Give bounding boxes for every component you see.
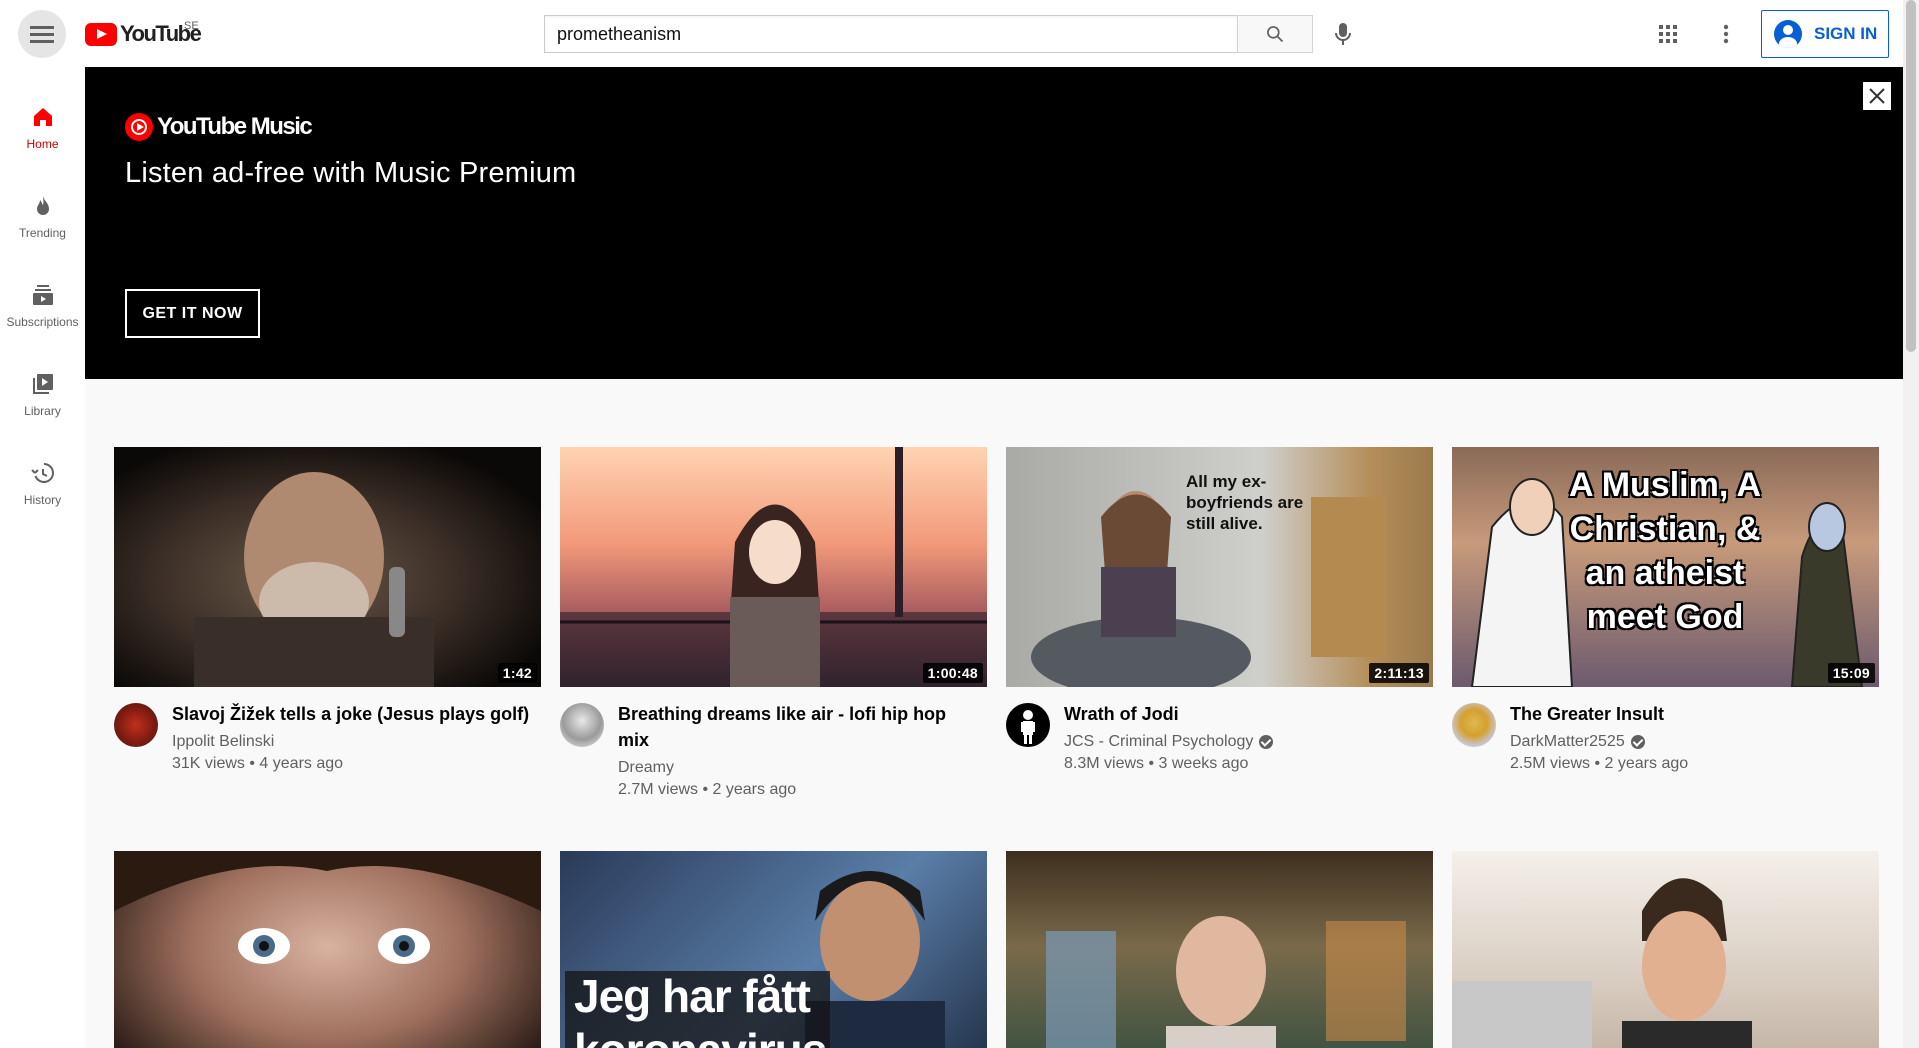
sidebar-item-label: History	[23, 493, 62, 507]
video-title[interactable]: The Greater Insult	[1510, 701, 1870, 727]
channel-name[interactable]: JCS - Criminal Psychology	[1064, 731, 1253, 753]
sidebar-item-label: Subscriptions	[6, 315, 79, 329]
upload-age: 2 years ago	[1604, 755, 1689, 772]
search-box	[544, 15, 1313, 53]
history-icon	[30, 463, 54, 483]
channel-avatar[interactable]	[114, 703, 158, 747]
country-code: SE	[184, 20, 199, 32]
sign-in-button[interactable]: SIGN IN	[1761, 10, 1889, 58]
thumbnail-image	[560, 447, 987, 687]
hamburger-icon	[30, 24, 54, 45]
video-thumbnail[interactable]	[1006, 851, 1433, 1048]
mini-guide: Home Trending Subscriptions Library Hist…	[0, 67, 85, 1048]
thumbnail-image	[114, 851, 541, 964]
thumbnail-image	[1452, 878, 1752, 1048]
video-stats: 31K views • 4 years ago	[172, 755, 344, 772]
video-stats: 2.7M views • 2 years ago	[618, 781, 797, 798]
upload-age: 4 years ago	[259, 755, 344, 772]
get-it-now-button[interactable]: GET IT NOW	[125, 289, 260, 338]
search-icon	[1267, 26, 1284, 43]
video-thumbnail[interactable]	[114, 851, 541, 1048]
view-count: 2.7M views	[618, 781, 699, 798]
video-thumbnail[interactable]: 2:11:13 All my ex-boyfriends are still a…	[1006, 447, 1433, 687]
close-icon	[1869, 88, 1885, 104]
video-duration: 1:00:48	[922, 663, 983, 683]
sidebar-item-trending[interactable]: Trending	[0, 174, 85, 248]
subscriptions-icon	[32, 285, 53, 305]
sidebar-item-library[interactable]: Library	[0, 352, 85, 426]
upload-age: 3 weeks ago	[1158, 755, 1249, 772]
view-count: 8.3M views	[1064, 755, 1145, 772]
video-title[interactable]: Breathing dreams like air - lofi hip hop…	[618, 701, 978, 753]
channel-name[interactable]: Dreamy	[618, 757, 674, 779]
thumbnail-image	[194, 472, 434, 687]
sidebar-item-label: Library	[24, 404, 61, 418]
video-thumbnail[interactable]: 1:42	[114, 447, 541, 687]
channel-name[interactable]: Ippolit Belinski	[172, 731, 274, 753]
top-bar: YouTube SE SIGN IN	[0, 0, 1903, 67]
video-title[interactable]: Slavoj Žižek tells a joke (Jesus plays g…	[172, 701, 532, 727]
microphone-icon	[1335, 23, 1351, 45]
apps-button[interactable]	[1651, 17, 1685, 51]
youtube-music-logo: YouTube Music	[125, 113, 313, 141]
thumbnail-caption: Jeg har fått koronavirus	[574, 970, 827, 1048]
verified-badge-icon	[1630, 735, 1645, 749]
channel-avatar[interactable]	[560, 703, 604, 747]
video-stats: 2.5M views • 2 years ago	[1510, 755, 1689, 772]
sidebar-item-home[interactable]: Home	[0, 85, 85, 159]
sign-in-label: SIGN IN	[1814, 24, 1878, 43]
search-button[interactable]	[1237, 15, 1313, 53]
account-icon	[1774, 20, 1802, 48]
sidebar-item-label: Home	[26, 137, 59, 151]
library-icon	[32, 374, 53, 394]
youtube-play-icon	[85, 22, 117, 46]
verified-badge-icon	[1259, 735, 1274, 749]
video-duration: 15:09	[1827, 663, 1875, 683]
channel-avatar[interactable]	[1452, 703, 1496, 747]
channel-name[interactable]: DarkMatter2525	[1510, 731, 1625, 753]
video-thumbnail[interactable]	[1452, 851, 1879, 1048]
video-stats: 8.3M views • 3 weeks ago	[1064, 755, 1249, 772]
banner-headline: Listen ad-free with Music Premium	[125, 157, 577, 189]
scrollbar-thumb[interactable]	[1906, 0, 1916, 352]
flame-icon	[36, 196, 49, 215]
video-title[interactable]: Wrath of Jodi	[1064, 701, 1424, 727]
sidebar-item-history[interactable]: History	[0, 441, 85, 515]
video-duration: 1:42	[497, 663, 537, 683]
banner-logo-text: YouTube Music	[157, 113, 313, 140]
person-icon	[1021, 710, 1035, 744]
banner-close-button[interactable]	[1863, 82, 1891, 110]
sidebar-item-subscriptions[interactable]: Subscriptions	[0, 263, 85, 337]
home-icon	[33, 108, 52, 126]
view-count: 2.5M views	[1510, 755, 1591, 772]
music-premium-banner: YouTube Music Listen ad-free with Music …	[85, 67, 1903, 379]
apps-grid-icon	[1659, 25, 1677, 43]
channel-avatar[interactable]	[1006, 703, 1050, 747]
upload-age: 2 years ago	[712, 781, 797, 798]
view-count: 31K views	[172, 755, 245, 772]
search-input[interactable]	[544, 15, 1237, 53]
voice-search-button[interactable]	[1322, 13, 1364, 55]
thumbnail-caption: A Muslim, A Christian, & an atheist meet…	[1568, 466, 1762, 636]
settings-more-button[interactable]	[1709, 17, 1743, 51]
video-thumbnail[interactable]: 1:00:48	[560, 447, 987, 687]
video-duration: 2:11:13	[1369, 663, 1429, 683]
youtube-music-icon	[125, 113, 153, 141]
more-vertical-icon	[1723, 24, 1729, 44]
sidebar-item-label: Trending	[19, 226, 66, 240]
thumbnail-caption: All my ex-boyfriends are still alive.	[1186, 472, 1304, 533]
thumbnail-image	[1046, 916, 1406, 1048]
video-thumbnail[interactable]: Jeg har fått koronavirus	[560, 851, 987, 1048]
guide-menu-button[interactable]	[18, 10, 66, 58]
video-thumbnail[interactable]: 15:09 A Muslim, A Christian, & an atheis…	[1452, 447, 1879, 687]
